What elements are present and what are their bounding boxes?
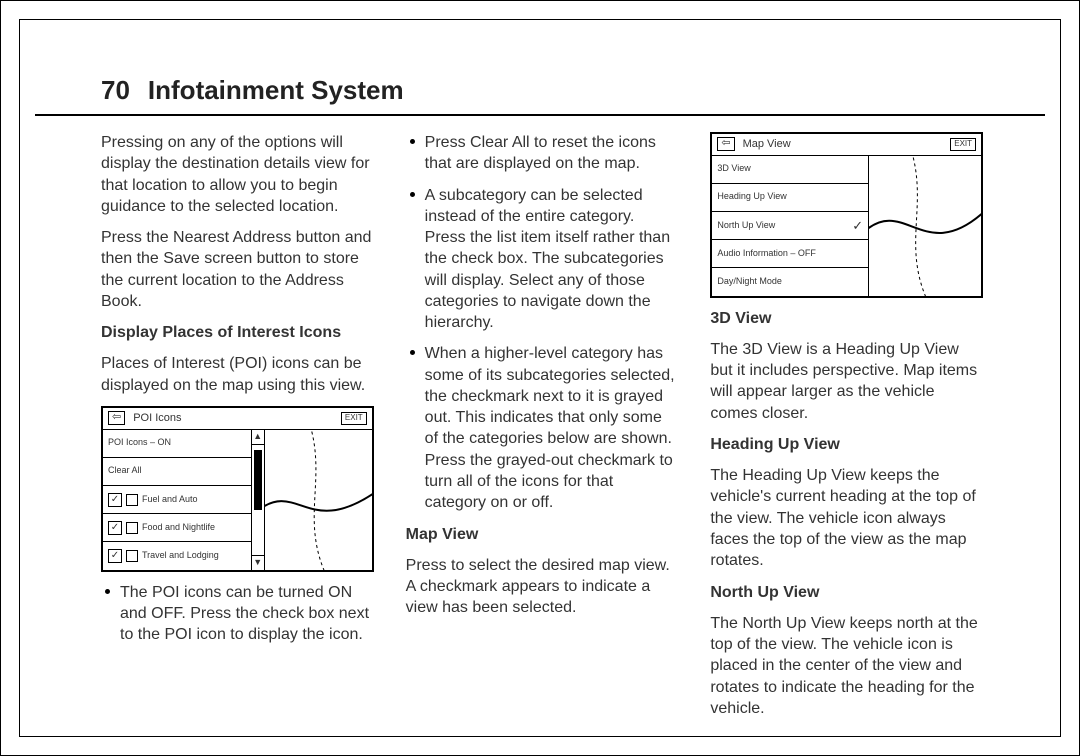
document-page: 70 Infotainment System Pressing on any o… [0,0,1080,756]
bullet-icon [105,589,110,594]
body-text: Press the Nearest Address button and the… [101,227,374,312]
bullet-item: A subcategory can be selected instead of… [410,185,679,334]
subheading-3d-view: 3D View [710,308,983,329]
exit-button[interactable]: EXIT [950,138,976,151]
poi-icons-screenshot: ⇦ POI Icons EXIT POI Icons – ON Clear Al… [101,406,374,572]
bullet-text: Press Clear All to reset the icons that … [425,132,679,175]
bullet-list: The POI icons can be turned ON and OFF. … [101,582,374,646]
body-text: The North Up View keeps north at the top… [710,613,983,719]
exit-button[interactable]: EXIT [341,412,367,425]
list-item-label: 3D View [717,163,863,175]
bullet-text: A subcategory can be selected instead of… [425,185,679,334]
screenshot-title: POI Icons [133,411,181,426]
body-text: Pressing on any of the options will disp… [101,132,374,217]
scroll-down-icon[interactable]: ▼ [252,555,264,570]
list-item-label: Travel and Lodging [142,550,219,562]
bullet-item: When a higher-level category has some of… [410,343,679,513]
section-title: Infotainment System [148,75,404,106]
list-item-label: North Up View [717,220,848,232]
body-text: Places of Interest (POI) icons can be di… [101,353,374,396]
category-icon [126,522,138,534]
list-item[interactable]: Audio Information – OFF [712,240,868,268]
bullet-list: Press Clear All to reset the icons that … [406,132,679,514]
checkbox-icon[interactable]: ✓ [108,521,122,535]
subheading-north-up-view: North Up View [710,582,983,603]
subheading-map-view: Map View [406,524,679,545]
back-icon[interactable]: ⇦ [717,137,734,151]
bullet-text: The POI icons can be turned ON and OFF. … [120,582,374,646]
subheading-heading-up-view: Heading Up View [710,434,983,455]
category-icon [126,550,138,562]
list-item-label: Fuel and Auto [142,494,198,506]
bullet-item: Press Clear All to reset the icons that … [410,132,679,175]
column-3: ⇦ Map View EXIT 3D View Heading Up View [710,132,983,729]
screenshot-titlebar: ⇦ Map View EXIT [712,134,981,156]
checkmark-icon: ✓ [852,219,863,232]
bullet-icon [410,139,415,144]
poi-list: POI Icons – ON Clear All ✓ Fuel and Auto… [103,430,252,570]
list-item[interactable]: ✓ Food and Nightlife [103,514,251,542]
list-item-label: Food and Nightlife [142,522,215,534]
list-item-label: Audio Information – OFF [717,248,863,260]
body-text: The 3D View is a Heading Up View but it … [710,339,983,424]
subheading-display-poi-icons: Display Places of Interest Icons [101,322,374,343]
scroll-up-icon[interactable]: ▲ [252,430,264,445]
list-item-label: POI Icons – ON [108,437,171,449]
map-view-screenshot: ⇦ Map View EXIT 3D View Heading Up View [710,132,983,298]
page-number: 70 [101,75,130,106]
column-2: Press Clear All to reset the icons that … [406,132,679,729]
content-columns: Pressing on any of the options will disp… [35,132,1045,729]
list-item[interactable]: Heading Up View [712,184,868,212]
scroll-thumb[interactable] [254,450,262,510]
body-text: Press to select the desired map view. A … [406,555,679,619]
list-item[interactable]: POI Icons – ON [103,430,251,458]
bullet-text: When a higher-level category has some of… [425,343,679,513]
checkbox-icon[interactable]: ✓ [108,493,122,507]
list-item[interactable]: Clear All [103,458,251,486]
bullet-icon [410,350,415,355]
list-item[interactable]: ✓ Fuel and Auto [103,486,251,514]
column-1: Pressing on any of the options will disp… [101,132,374,729]
list-item-label: Clear All [108,465,142,477]
list-item-label: Heading Up View [717,191,863,203]
back-icon[interactable]: ⇦ [108,411,125,425]
map-preview [265,430,372,570]
list-item[interactable]: ✓ Travel and Lodging [103,542,251,569]
list-item-label: Day/Night Mode [717,276,863,288]
scrollbar[interactable]: ▲ ▼ [252,430,265,570]
list-item[interactable]: 3D View [712,156,868,184]
list-item[interactable]: Day/Night Mode [712,268,868,295]
screenshot-titlebar: ⇦ POI Icons EXIT [103,408,372,430]
body-text: The Heading Up View keeps the vehicle's … [710,465,983,571]
screenshot-title: Map View [743,137,791,152]
mapview-list: 3D View Heading Up View North Up View ✓ … [712,156,869,296]
list-item[interactable]: North Up View ✓ [712,212,868,240]
page-header: 70 Infotainment System [35,23,1045,116]
checkbox-icon[interactable]: ✓ [108,549,122,563]
map-preview [869,156,981,296]
category-icon [126,494,138,506]
bullet-item: The POI icons can be turned ON and OFF. … [105,582,374,646]
bullet-icon [410,192,415,197]
